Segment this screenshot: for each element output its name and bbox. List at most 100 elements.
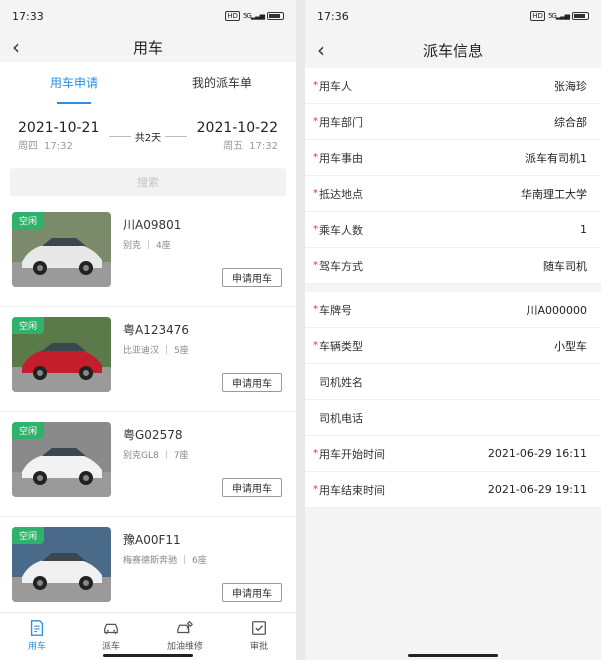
search-input[interactable]: 搜索 — [10, 168, 286, 196]
form-row[interactable]: 司机电话 — [305, 400, 601, 436]
car-brand: 别克 — [123, 241, 142, 251]
form-row[interactable]: * 用车结束时间 2021-06-29 19:11 — [305, 472, 601, 508]
car-plate: 粤A123476 — [123, 323, 190, 337]
end-time: 17:32 — [249, 141, 278, 152]
field-value: 综合部 — [554, 115, 587, 129]
field-label: * 车辆类型 — [313, 339, 363, 353]
field-value: 派车有司机1 — [525, 151, 587, 165]
car-list-item[interactable]: 空闲 粤A123476 比亚迪汉 5座 申请用车 — [0, 307, 296, 412]
status-icons: HD 5G▂▃▅ — [530, 11, 589, 21]
form-row[interactable]: * 车牌号 川A000000 — [305, 292, 601, 328]
car-seats: 5座 — [174, 346, 189, 356]
car-list-item[interactable]: 空闲 粤G02578 别克GL8 7座 申请用车 — [0, 412, 296, 517]
car-photo: 空闲 — [12, 422, 111, 497]
car-spec: 别克 4座 — [123, 238, 171, 251]
duration: 共2天 — [108, 129, 188, 144]
dispatch-form-group-1: * 用车人 张海珍 * 用车部门 综合部 * 用车事由 派车有司机1 * 抵达地… — [305, 68, 601, 284]
start-weekday: 周四 — [18, 141, 38, 152]
nav-item-car-use[interactable]: 用车 — [0, 613, 74, 660]
form-row[interactable]: * 用车事由 派车有司机1 — [305, 140, 601, 176]
dispatch-info-screen: 17:36 HD 5G▂▃▅ ‹ 派车信息 * 用车人 张海珍 * 用车部门 综… — [305, 0, 601, 660]
home-indicator — [408, 654, 498, 657]
car-plate: 豫A00F11 — [123, 533, 181, 547]
back-arrow-icon[interactable]: ‹ — [317, 38, 325, 62]
field-value: 川A000000 — [526, 303, 587, 317]
home-indicator — [103, 654, 193, 657]
car-use-screen: 17:33 HD 5G▂▃▅ ‹ 用车 用车申请 我的派车单 2021-10-2… — [0, 0, 296, 660]
field-label: * 用车开始时间 — [313, 447, 385, 461]
field-value: 小型车 — [554, 339, 587, 353]
status-badge: 空闲 — [12, 212, 45, 229]
end-date-value: 2021-10-22 — [196, 120, 278, 136]
tab-bar: 用车申请 我的派车单 — [0, 62, 296, 104]
form-row[interactable]: * 用车开始时间 2021-06-29 16:11 — [305, 436, 601, 472]
field-label: * 用车结束时间 — [313, 483, 385, 497]
nav-label: 用车 — [27, 642, 46, 652]
status-bar: 17:36 HD 5G▂▃▅ — [305, 0, 601, 32]
car-photo: 空闲 — [12, 317, 111, 392]
checkbox-icon — [252, 621, 266, 635]
car-list: 空闲 川A09801 别克 4座 申请用车 空闲 粤A123476 比亚迪汉 5座 … — [0, 202, 296, 622]
bottom-nav: 用车 派车 加油维修 审批 — [0, 612, 296, 660]
form-divider — [305, 284, 601, 292]
date-range[interactable]: 2021-10-21 周四 17:32 共2天 2021-10-22 周五 17:3… — [0, 104, 296, 168]
start-date[interactable]: 2021-10-21 周四 17:32 — [18, 120, 99, 152]
signal-icon: 5G▂▃▅ — [547, 12, 570, 20]
nav-label: 加油维修 — [166, 642, 203, 652]
nav-label: 审批 — [249, 642, 268, 652]
status-time: 17:33 — [12, 9, 44, 23]
apply-car-button[interactable]: 申请用车 — [222, 268, 282, 287]
field-label: * 乘车人数 — [313, 223, 363, 237]
hd-icon: HD — [225, 11, 240, 21]
back-arrow-icon[interactable]: ‹ — [12, 35, 20, 59]
battery-icon — [267, 12, 284, 20]
car-spec: 梅赛德斯奔驰 6座 — [123, 553, 207, 566]
form-row[interactable]: * 乘车人数 1 — [305, 212, 601, 248]
field-value: 随车司机 — [543, 259, 587, 273]
field-label: * 驾车方式 — [313, 259, 363, 273]
field-label: * 车牌号 — [313, 303, 352, 317]
tab-car-application[interactable]: 用车申请 — [0, 62, 148, 104]
car-photo: 空闲 — [12, 212, 111, 287]
page-title: 派车信息 — [422, 41, 483, 60]
status-badge: 空闲 — [12, 527, 45, 544]
field-value: 2021-06-29 16:11 — [487, 447, 587, 460]
field-label: 司机姓名 — [319, 375, 363, 389]
start-date-value: 2021-10-21 — [18, 120, 100, 136]
car-list-item[interactable]: 空闲 豫A00F11 梅赛德斯奔驰 6座 申请用车 — [0, 517, 296, 622]
field-value: 张海珍 — [554, 79, 587, 93]
car-plate: 川A09801 — [123, 218, 182, 232]
car-plate: 粤G02578 — [123, 428, 183, 442]
field-label: * 用车人 — [313, 79, 352, 93]
nav-item-approval[interactable]: 审批 — [222, 613, 296, 660]
apply-car-button[interactable]: 申请用车 — [222, 583, 282, 602]
nav-item-fuel-repair[interactable]: 加油维修 — [148, 613, 222, 660]
status-bar: 17:33 HD 5G▂▃▅ — [0, 0, 296, 32]
car-seats: 4座 — [156, 241, 171, 251]
page-title: 用车 — [132, 38, 163, 57]
battery-icon — [572, 12, 589, 20]
tab-my-dispatch-orders[interactable]: 我的派车单 — [148, 62, 296, 104]
status-badge: 空闲 — [12, 422, 45, 439]
document-edit-icon — [30, 620, 44, 636]
end-weekday: 周五 — [223, 141, 244, 152]
car-list-item[interactable]: 空闲 川A09801 别克 4座 申请用车 — [0, 202, 296, 307]
form-row[interactable]: * 驾车方式 随车司机 — [305, 248, 601, 284]
hd-icon: HD — [530, 11, 545, 21]
form-row[interactable]: * 车辆类型 小型车 — [305, 328, 601, 364]
nav-item-dispatch[interactable]: 派车 — [74, 613, 148, 660]
nav-label: 派车 — [101, 642, 120, 652]
signal-icon: 5G▂▃▅ — [242, 12, 265, 20]
dispatch-form-group-2: * 车牌号 川A000000 * 车辆类型 小型车 司机姓名 司机电话 * 用车… — [305, 292, 601, 508]
form-row[interactable]: * 用车人 张海珍 — [305, 68, 601, 104]
form-row[interactable]: 司机姓名 — [305, 364, 601, 400]
form-row[interactable]: * 抵达地点 华南理工大学 — [305, 176, 601, 212]
car-seats: 6座 — [192, 556, 207, 566]
car-brand: 比亚迪汉 — [123, 346, 160, 356]
apply-car-button[interactable]: 申请用车 — [222, 373, 282, 392]
start-time: 17:32 — [44, 141, 73, 152]
status-badge: 空闲 — [12, 317, 45, 334]
apply-car-button[interactable]: 申请用车 — [222, 478, 282, 497]
form-row[interactable]: * 用车部门 综合部 — [305, 104, 601, 140]
end-date[interactable]: 2021-10-22 周五 17:32 — [197, 120, 278, 152]
